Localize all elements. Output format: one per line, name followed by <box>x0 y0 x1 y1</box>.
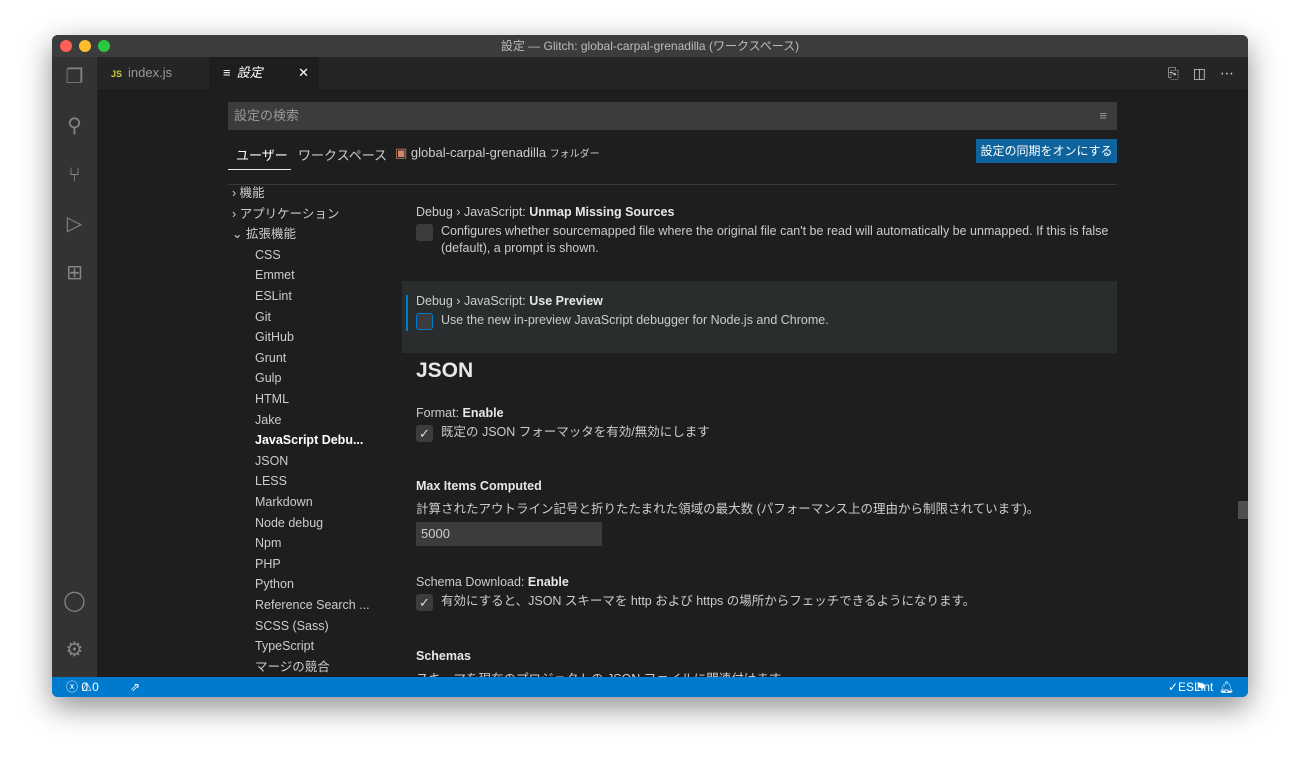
toc-item[interactable]: Python <box>255 574 294 594</box>
toc-item[interactable]: JSON <box>255 451 288 471</box>
setting-schemas-desc: スキーマを現在のプロジェクトの JSON ファイルに関連付けます <box>416 668 781 677</box>
run-debug-icon[interactable]: ▷ <box>62 212 87 237</box>
search-placeholder: 設定の検索 <box>234 108 300 123</box>
toc-group[interactable]: ⌄ 拡張機能 <box>232 224 296 244</box>
toc-item[interactable]: Grunt <box>255 348 286 368</box>
tab-folder[interactable]: ▣ global-carpal-grenadilla フォルダー <box>395 145 600 161</box>
setting-format-title: Format: Enable <box>416 406 504 420</box>
setting-schema-download-title: Schema Download: Enable <box>416 575 569 589</box>
toc-item[interactable]: Git <box>255 307 271 327</box>
setting-max-desc: 計算されたアウトライン記号と折りたたまれた領域の最大数 (パフォーマンス上の理由… <box>416 502 1040 516</box>
vscode-window: 設定 — Glitch: global-carpal-grenadilla (ワ… <box>52 35 1248 697</box>
toc-item[interactable]: TypeScript <box>255 636 314 656</box>
live-share-icon[interactable]: ⇗ <box>130 677 140 697</box>
focus-indicator <box>406 295 408 331</box>
folder-name: global-carpal-grenadilla <box>410 145 547 160</box>
setting-preview-title: Debug › JavaScript: Use Preview <box>416 294 603 308</box>
tab-label: 設定 <box>236 65 263 80</box>
title-bar: 設定 — Glitch: global-carpal-grenadilla (ワ… <box>52 35 1248 57</box>
js-file-icon: JS <box>111 69 123 79</box>
settings-file-icon: ≡ <box>223 65 231 80</box>
activity-bar: ❐ ⚲ ⑂ ▷ ⊞ ◯ ⚙ <box>52 57 97 677</box>
close-window-button[interactable] <box>60 40 72 52</box>
toc-item[interactable]: Reference Search ... <box>255 595 370 615</box>
toc-item[interactable]: HTML <box>255 389 289 409</box>
split-editor-icon[interactable]: ◫ <box>1193 65 1206 81</box>
toc-group[interactable]: › 機能 <box>232 183 265 203</box>
window-title: 設定 — Glitch: global-carpal-grenadilla (ワ… <box>500 39 800 53</box>
max-items-input[interactable]: 5000 <box>416 522 602 546</box>
extensions-icon[interactable]: ⊞ <box>62 261 87 286</box>
setting-schema-download-checkbox[interactable]: ✓ <box>416 594 433 611</box>
tab-bar: JS index.js ≡ 設定 ✕ <box>97 57 1248 89</box>
setting-unmap-checkbox[interactable] <box>416 224 433 241</box>
toc-item[interactable]: Markdown <box>255 492 313 512</box>
search-icon[interactable]: ⚲ <box>62 114 87 139</box>
editor-actions: ⎘ ◫ ⋯ <box>1154 57 1234 89</box>
settings-search-input[interactable]: 設定の検索 ≡ <box>228 102 1117 130</box>
filter-icon[interactable]: ≡ <box>1099 102 1107 130</box>
toc-item[interactable]: LESS <box>255 471 287 491</box>
toc-group[interactable]: › アプリケーション <box>232 204 339 224</box>
feedback-icon[interactable]: ⚑ <box>1195 677 1206 697</box>
notifications-bell-icon[interactable]: 🔔︎ <box>1219 677 1234 697</box>
section-heading: JSON <box>416 359 474 382</box>
setting-schema-download-desc: 有効にすると、JSON スキーマを http および https の場所からフェ… <box>441 594 976 608</box>
eslint-status[interactable]: ✓ ESLint <box>1168 677 1213 697</box>
tab-index-js[interactable]: JS index.js <box>97 57 209 89</box>
toc-item[interactable]: Jake <box>255 410 281 430</box>
tab-user[interactable]: ユーザー <box>236 145 288 164</box>
explorer-icon[interactable]: ❐ <box>62 65 87 90</box>
chevron-icon: ⌄ <box>232 227 243 242</box>
active-tab-underline <box>228 169 291 170</box>
minimize-window-button[interactable] <box>79 40 91 52</box>
chevron-icon: › <box>232 186 237 200</box>
problems-indicator[interactable]: ⓧ 0 ⚠ 0 <box>66 677 99 697</box>
toc-item[interactable]: JavaScript Debu... <box>255 430 363 450</box>
toc-item[interactable]: PHP <box>255 554 281 574</box>
toc-item[interactable]: Node debug <box>255 513 323 533</box>
folder-suffix: フォルダー <box>549 149 600 160</box>
scrollbar[interactable] <box>1238 501 1248 519</box>
maximize-window-button[interactable] <box>98 40 110 52</box>
gear-icon[interactable]: ⚙ <box>62 638 87 663</box>
setting-format-desc: 既定の JSON フォーマッタを有効/無効にします <box>441 425 710 439</box>
toc-item[interactable]: Npm <box>255 533 281 553</box>
tab-settings[interactable]: ≡ 設定 ✕ <box>209 57 319 89</box>
tab-label: index.js <box>128 65 173 80</box>
more-actions-icon[interactable]: ⋯ <box>1220 65 1234 81</box>
account-icon[interactable]: ◯ <box>62 589 87 614</box>
chevron-icon: › <box>232 206 237 221</box>
toc-item[interactable]: SCSS (Sass) <box>255 616 329 636</box>
toc-item[interactable]: Emmet <box>255 265 295 285</box>
toc-item[interactable]: CSS <box>255 245 281 265</box>
setting-preview-desc: Use the new in-preview JavaScript debugg… <box>441 313 829 327</box>
setting-unmap-title: Debug › JavaScript: Unmap Missing Source… <box>416 205 675 219</box>
sync-button[interactable]: 設定の同期をオンにする <box>976 139 1117 163</box>
folder-icon: ▣ <box>395 145 408 160</box>
setting-format-checkbox[interactable]: ✓ <box>416 425 433 442</box>
toc-item[interactable]: GitHub <box>255 327 294 347</box>
setting-preview-checkbox[interactable] <box>416 313 433 330</box>
settings-list: Debug › JavaScript: Unmap Missing Source… <box>402 185 1117 677</box>
status-bar: ⓧ 0 ⚠ 0 ⇗ ✓ ESLint ⚑ 🔔︎ <box>52 677 1248 697</box>
setting-unmap-desc: Configures whether sourcemapped file whe… <box>441 224 1109 255</box>
tab-workspace[interactable]: ワークスペース <box>298 145 387 164</box>
toc-item[interactable]: ESLint <box>255 286 292 306</box>
setting-schemas-title: Schemas <box>416 649 471 663</box>
open-settings-json-icon[interactable]: ⎘ <box>1168 65 1179 81</box>
close-tab-icon[interactable]: ✕ <box>298 57 309 89</box>
setting-max-title: Max Items Computed <box>416 479 542 493</box>
source-control-icon[interactable]: ⑂ <box>62 163 87 188</box>
toc-item[interactable]: マージの競合 <box>255 657 330 677</box>
toc-item[interactable]: Gulp <box>255 368 281 388</box>
